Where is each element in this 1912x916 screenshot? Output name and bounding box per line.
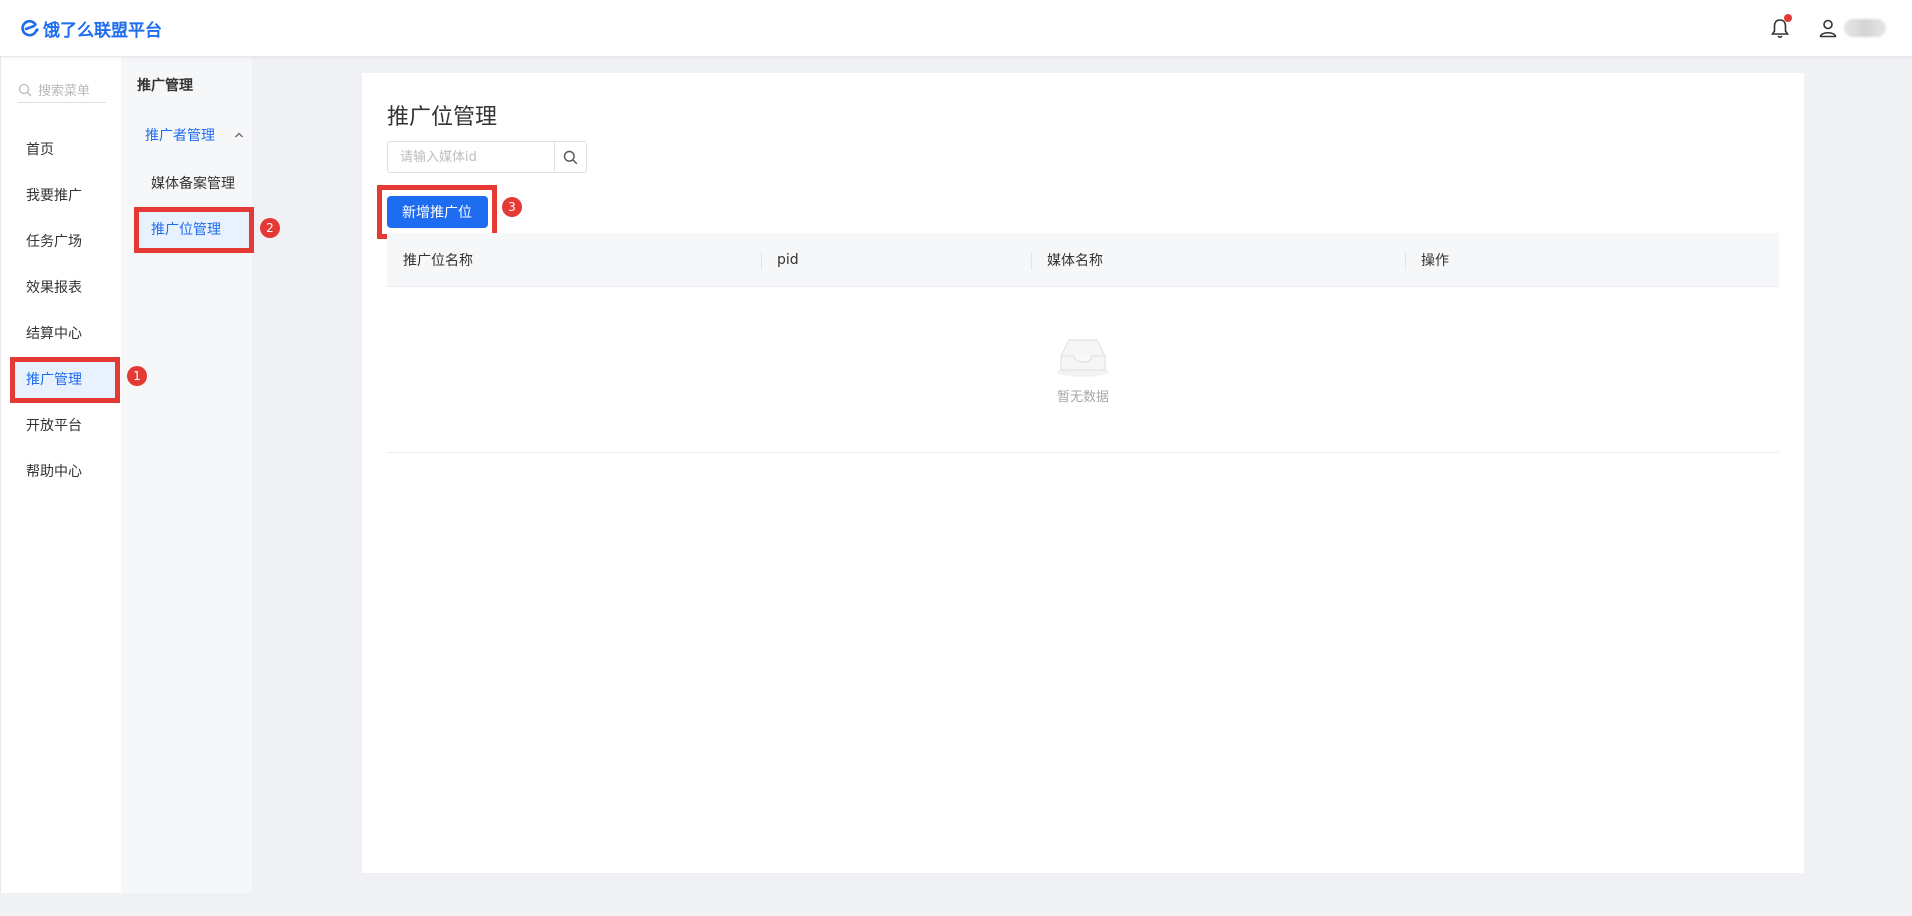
column-header-name: 推广位名称: [403, 252, 473, 269]
sidebar-menu: 首页 我要推广 任务广场 效果报表 结算中心 推广管理 开放平台 帮助中心: [10, 127, 120, 495]
notification-bell[interactable]: [1768, 14, 1792, 42]
sidebar-item-open-platform[interactable]: 开放平台: [10, 403, 120, 449]
add-button-highlight: 新增推广位: [377, 185, 497, 239]
sidebar-item-home[interactable]: 首页: [10, 127, 120, 173]
menu-search-placeholder: 搜索菜单: [38, 84, 91, 99]
sub-sidebar: 推广管理 推广者管理 媒体备案管理 推广位管理: [121, 57, 254, 893]
subbar-group-promoter-management[interactable]: 推广者管理: [145, 125, 245, 145]
table-header: 推广位名称 pid 媒体名称 操作: [387, 233, 1779, 287]
sidebar-item-promotion-management[interactable]: 推广管理: [10, 357, 120, 403]
column-header-actions: 操作: [1405, 233, 1779, 286]
brand-logo[interactable]: 饿了么联盟平台: [20, 16, 162, 41]
step-badge-3: 3: [502, 197, 522, 217]
group-label: 推广者管理: [145, 128, 215, 144]
step-badge-1: 1: [127, 366, 147, 386]
sidebar-item-settlement[interactable]: 结算中心: [10, 311, 120, 357]
menu-search-input[interactable]: 搜索菜单: [18, 77, 106, 103]
sidebar-item-help[interactable]: 帮助中心: [10, 449, 120, 495]
empty-inbox-icon: [1055, 334, 1111, 382]
user-icon: [1819, 19, 1837, 38]
empty-text: 暂无数据: [1056, 390, 1109, 405]
search-icon: [563, 150, 578, 164]
subbar-title: 推广管理: [137, 78, 193, 94]
sidebar-item-task-square[interactable]: 任务广场: [10, 219, 120, 265]
column-header-media-name: 媒体名称: [1031, 233, 1405, 286]
top-header: 饿了么联盟平台: [0, 0, 1912, 57]
subbar-item-media-filing[interactable]: 媒体备案管理: [134, 161, 254, 207]
user-menu[interactable]: [1818, 18, 1886, 38]
ad-position-table: 推广位名称 pid 媒体名称 操作 暂无数据: [387, 233, 1779, 453]
media-id-input[interactable]: [387, 141, 555, 173]
search-icon: [18, 83, 32, 96]
user-name-redacted: [1844, 19, 1886, 37]
content-card: 推广位管理 新增推广位 推广位名称 pid 媒体名称 操作: [362, 73, 1804, 873]
main-sidebar: 搜索菜单 首页 我要推广 任务广场 效果报表 结算中心 推广管理 开放平台 帮助…: [0, 57, 121, 893]
search-button[interactable]: [555, 141, 587, 173]
subbar-item-ad-position[interactable]: 推广位管理: [134, 207, 254, 253]
media-search: [387, 141, 587, 173]
sidebar-item-report[interactable]: 效果报表: [10, 265, 120, 311]
step-badge-2: 2: [260, 218, 280, 238]
notification-dot: [1784, 14, 1792, 22]
eleme-logo-icon: [21, 19, 39, 37]
page-title: 推广位管理: [387, 105, 498, 130]
chevron-up-icon: [235, 132, 243, 138]
brand-name: 饿了么联盟平台: [43, 20, 162, 41]
sidebar-item-promote[interactable]: 我要推广: [10, 173, 120, 219]
column-header-pid: pid: [761, 233, 1031, 286]
table-empty-state: 暂无数据: [387, 287, 1779, 453]
add-ad-position-button[interactable]: 新增推广位: [386, 196, 488, 228]
